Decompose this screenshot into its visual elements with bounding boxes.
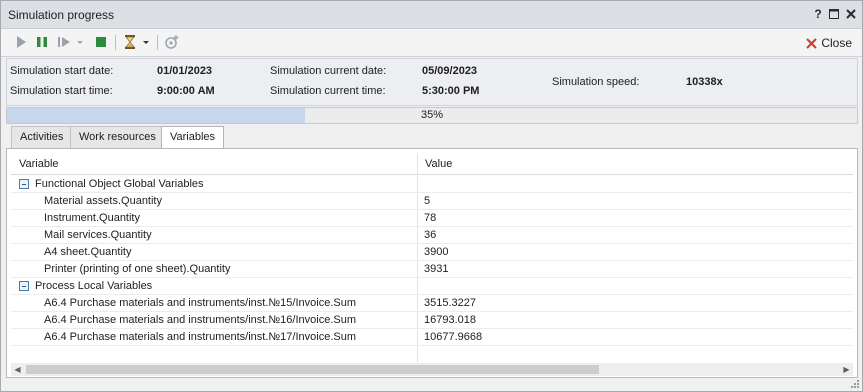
- speed-label: Simulation speed:: [552, 76, 640, 88]
- pause-icon: [37, 37, 47, 47]
- table-row[interactable]: A6.4 Purchase materials and instruments/…: [11, 312, 853, 329]
- play-icon: [17, 36, 26, 48]
- scroll-left-icon[interactable]: ◀: [12, 364, 23, 375]
- variable-value: 5: [424, 195, 431, 207]
- variable-name: A6.4 Purchase materials and instruments/…: [44, 314, 357, 326]
- variables-grid: Variable Value Functional Object Global …: [11, 153, 853, 364]
- add-event-icon: [165, 35, 179, 49]
- variable-name: Printer (printing of one sheet).Quantity: [44, 263, 231, 275]
- current-time-value: 5:30:00 PM: [422, 85, 480, 97]
- toolbar-separator: [115, 35, 116, 50]
- table-row[interactable]: Instrument.Quantity 78: [11, 210, 853, 227]
- collapse-icon[interactable]: [19, 179, 29, 189]
- variable-value: 3900: [424, 246, 449, 258]
- variable-name: A4 sheet.Quantity: [44, 246, 132, 258]
- grid-header: Variable Value: [11, 153, 853, 175]
- window-title: Simulation progress: [8, 8, 115, 22]
- help-button[interactable]: ?: [811, 7, 825, 21]
- dropdown-arrow-icon: [77, 41, 83, 44]
- speed-value: 10338x: [686, 76, 723, 88]
- pause-button[interactable]: [34, 34, 50, 50]
- close-button-label: Close: [821, 36, 852, 50]
- variable-name: A6.4 Purchase materials and instruments/…: [44, 331, 357, 343]
- variable-value: 36: [424, 229, 437, 241]
- dropdown-arrow-icon: [143, 41, 149, 44]
- title-bar: Simulation progress ?: [1, 1, 862, 29]
- stop-button[interactable]: [93, 34, 109, 50]
- simulation-progress-bar: 35%: [6, 107, 858, 124]
- simulation-progress-window: Simulation progress ? Close Simulation s…: [0, 0, 863, 392]
- group-row[interactable]: Functional Object Global Variables: [11, 176, 853, 193]
- group-name: Process Local Variables: [35, 280, 153, 292]
- variable-name: A6.4 Purchase materials and instruments/…: [44, 297, 357, 309]
- table-row[interactable]: Material assets.Quantity 5: [11, 193, 853, 210]
- maximize-button[interactable]: [827, 7, 841, 21]
- toolbar-separator: [157, 35, 158, 50]
- step-icon: [58, 37, 70, 47]
- stop-icon: [96, 37, 106, 47]
- table-row[interactable]: Printer (printing of one sheet).Quantity…: [11, 261, 853, 278]
- tab-work-resources[interactable]: Work resources: [70, 126, 165, 148]
- close-icon: [846, 9, 856, 19]
- table-row[interactable]: Mail services.Quantity 36: [11, 227, 853, 244]
- start-date-label: Simulation start date:: [10, 65, 114, 77]
- window-close-button[interactable]: [844, 7, 858, 21]
- play-button[interactable]: [13, 34, 29, 50]
- variables-panel: Variable Value Functional Object Global …: [6, 148, 858, 378]
- tab-activities[interactable]: Activities: [11, 126, 73, 148]
- add-event-button[interactable]: [164, 34, 180, 50]
- variable-name: Material assets.Quantity: [44, 195, 162, 207]
- toolbar: Close: [1, 29, 862, 57]
- close-button[interactable]: Close: [806, 34, 852, 52]
- close-x-icon: [806, 37, 818, 49]
- current-date-value: 05/09/2023: [422, 65, 478, 77]
- start-time-label: Simulation start time:: [10, 85, 113, 97]
- variable-value: 78: [424, 212, 437, 224]
- column-header-value[interactable]: Value: [425, 158, 452, 170]
- collapse-icon[interactable]: [19, 281, 29, 291]
- variable-value: 16793.018: [424, 314, 476, 326]
- variable-name: Mail services.Quantity: [44, 229, 152, 241]
- variable-value: 3931: [424, 263, 449, 275]
- column-header-variable[interactable]: Variable: [19, 158, 59, 170]
- scroll-right-icon[interactable]: ▶: [841, 364, 852, 375]
- progress-percent: 35%: [420, 109, 444, 121]
- hourglass-icon: [125, 35, 135, 49]
- variable-value: 10677.9668: [424, 331, 483, 343]
- horizontal-scrollbar[interactable]: ◀ ▶: [11, 363, 853, 376]
- start-date-value: 01/01/2023: [157, 65, 213, 77]
- current-time-label: Simulation current time:: [270, 85, 386, 97]
- table-row[interactable]: A6.4 Purchase materials and instruments/…: [11, 329, 853, 346]
- scrollbar-thumb[interactable]: [26, 365, 599, 374]
- variable-value: 3515.3227: [424, 297, 476, 309]
- resize-grip-icon[interactable]: [850, 379, 860, 389]
- table-row[interactable]: A6.4 Purchase materials and instruments/…: [11, 295, 853, 312]
- group-name: Functional Object Global Variables: [35, 178, 204, 190]
- variable-name: Instrument.Quantity: [44, 212, 140, 224]
- step-button[interactable]: [56, 34, 72, 50]
- speed-dropdown[interactable]: [142, 34, 151, 50]
- current-date-label: Simulation current date:: [270, 65, 387, 77]
- table-row[interactable]: A4 sheet.Quantity 3900: [11, 244, 853, 261]
- start-time-value: 9:00:00 AM: [157, 85, 215, 97]
- group-row[interactable]: Process Local Variables: [11, 278, 853, 295]
- maximize-icon: [829, 9, 839, 19]
- simulation-info-panel: Simulation start date: 01/01/2023 Simula…: [6, 58, 858, 106]
- tab-variables[interactable]: Variables: [161, 126, 225, 149]
- step-dropdown[interactable]: [76, 34, 85, 50]
- speed-button[interactable]: [122, 34, 138, 50]
